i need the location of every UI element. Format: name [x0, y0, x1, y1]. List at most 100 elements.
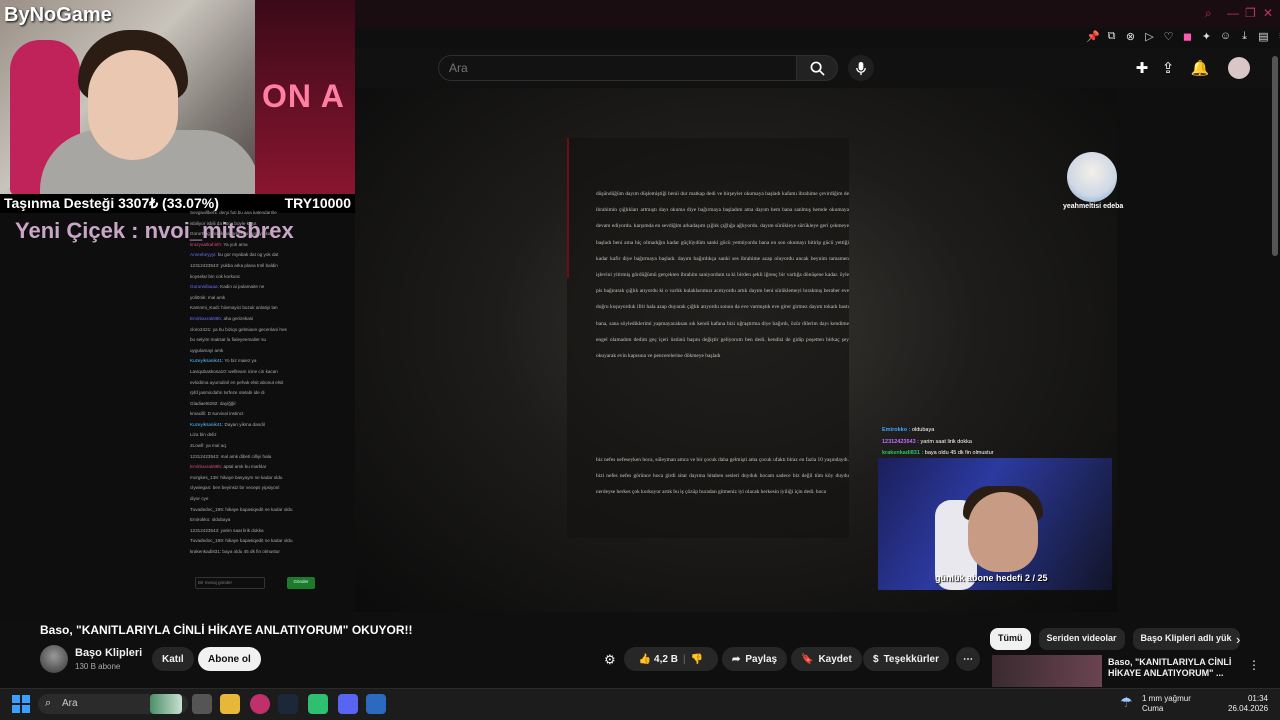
- story-paragraph-2: biz nefes nefeseyken hoca, süleyman amca…: [596, 457, 849, 496]
- chat-line: Tuvadedoc_199: hikaye bapasiqedit ne kad…: [190, 507, 315, 513]
- bookmark-icon: 🔖: [801, 653, 814, 665]
- app-icon[interactable]: [308, 694, 328, 714]
- second-cam-face: [968, 492, 1038, 572]
- brand-logo: ByNoGame: [4, 4, 112, 26]
- minimize-icon[interactable]: —: [1227, 6, 1239, 20]
- dislike-icon[interactable]: 👎: [691, 654, 703, 665]
- chat-line: kmaxilli: D survival instinct: [190, 411, 315, 417]
- chat-line: Anreebeyyyi: bu gor myabak dat og yok da…: [190, 252, 315, 258]
- opera-gx-icon[interactable]: [250, 694, 270, 714]
- settings-gear-icon[interactable]: ⚙: [604, 652, 616, 668]
- weather-condition: 1 mm yağmur: [1142, 694, 1191, 703]
- windows-start-icon[interactable]: [12, 695, 30, 713]
- clock-time: 01:34: [1247, 694, 1268, 703]
- taskbar-clock[interactable]: 01:34 26.04.2026: [1228, 694, 1268, 714]
- sidebar-icon[interactable]: ▤: [1257, 30, 1270, 46]
- filter-chip[interactable]: Tümü: [990, 628, 1031, 650]
- chat-username[interactable]: Anreebeyyyi:: [190, 252, 217, 257]
- chat-message: 12312423543: yukba arka plana troll bald…: [190, 262, 278, 268]
- chevron-right-icon[interactable]: ›: [1236, 632, 1240, 647]
- chat-line: uygulamayi amk: [190, 348, 315, 354]
- streamer-face: [88, 50, 178, 160]
- chat-username[interactable]: Gorurwifaaaa:: [190, 284, 219, 289]
- chat-username[interactable]: Emirbaxrak88b:: [190, 464, 222, 469]
- chat-line: Gorurwifaaaa: Kadin ai pulamaite ne: [190, 284, 315, 290]
- thanks-button[interactable]: $ Teşekkürler: [863, 647, 949, 671]
- voice-search-button[interactable]: [848, 55, 874, 81]
- clock-date: 26.04.2026: [1228, 704, 1269, 713]
- filter-chip[interactable]: Seriden videolar: [1038, 628, 1125, 650]
- notifications-bell-icon[interactable]: 🔔: [1190, 58, 1210, 78]
- chat-line: Gladiaet6282: dayiğğil: [190, 401, 315, 407]
- channel-avatar[interactable]: [40, 645, 68, 673]
- super-thanks-icon: $: [873, 653, 879, 665]
- channel-name[interactable]: Başo Klipleri: [75, 647, 142, 659]
- overlay-chat-username: krakenkadi831 :: [882, 450, 924, 456]
- thanks-label: Teşekkürler: [883, 653, 939, 665]
- chat-username[interactable]: krazyaatkahinh:: [190, 242, 222, 247]
- steam-icon[interactable]: [278, 694, 298, 714]
- chat-message: rpfd jasmicdahn tvrfeze otelabi ide di: [190, 390, 265, 396]
- menu-icon[interactable]: ≡: [1276, 30, 1280, 46]
- save-button[interactable]: 🔖 Kaydet: [791, 647, 862, 671]
- puzzle-icon[interactable]: ✦: [1200, 30, 1213, 46]
- chat-message: Gorurtvlig: hocik bayarlim bu hocaya kar…: [190, 231, 273, 237]
- chat-username[interactable]: Emirbaxrak88b:: [190, 316, 222, 321]
- discord-icon[interactable]: [338, 694, 358, 714]
- filter-chip[interactable]: Başo Klipleri adlı yük: [1132, 628, 1240, 650]
- vpn-icon[interactable]: ⊗: [1124, 30, 1137, 46]
- search-button[interactable]: [796, 55, 838, 81]
- join-button[interactable]: Katıl: [152, 647, 194, 671]
- widget-thumbnail[interactable]: [150, 694, 182, 714]
- search-icon[interactable]: ⌕: [1205, 6, 1212, 21]
- chat-message: uygulamayi amk: [190, 347, 224, 353]
- chat-message: morgkes_138: hikaye basyaym ne kadar old…: [190, 474, 283, 480]
- account-avatar[interactable]: [1228, 57, 1250, 79]
- chat-input-placeholder: Bir mesaj gönder: [198, 580, 233, 585]
- chat-send-button[interactable]: Gönder: [287, 577, 315, 589]
- poster-text: ON A: [262, 78, 345, 114]
- chat-line: Kuzeyiksanik41: Dayarı yikma dandil: [190, 422, 315, 428]
- search-input[interactable]: [438, 55, 796, 81]
- overlay-chat-line: 12312423543 : yarim saat lirik dokka: [882, 437, 994, 449]
- page-scrollbar[interactable]: [1272, 56, 1278, 256]
- recommended-video-thumbnail[interactable]: [992, 655, 1102, 687]
- save-label: Kaydet: [818, 653, 852, 665]
- heart-icon[interactable]: ♡: [1162, 30, 1175, 46]
- extension-icon[interactable]: ◼: [1181, 30, 1194, 46]
- chat-username[interactable]: Kuzeyiksanik41:: [190, 358, 223, 363]
- upload-icon[interactable]: ⇪: [1158, 58, 1178, 78]
- chat-message: Tuvadedoc_199: hikaye bapasiqedit ne kad…: [190, 538, 293, 544]
- browser-titlebar: ⌕ — ❐ ✕: [355, 0, 1280, 28]
- close-icon[interactable]: ✕: [1263, 6, 1273, 20]
- share-button[interactable]: ➦ Paylaş: [722, 647, 788, 671]
- file-explorer-icon[interactable]: [220, 694, 240, 714]
- recommended-video-title[interactable]: Baso, "KANITLARIYLA CİNLİ HİKAYE ANLATIY…: [1108, 657, 1238, 679]
- more-vert-icon[interactable]: ⋮: [1248, 658, 1260, 672]
- chat-line: krakenkadi831: baya oldu 45 dk fin olmus…: [190, 549, 315, 555]
- play-icon[interactable]: ▷: [1143, 30, 1156, 46]
- task-view-icon[interactable]: [192, 694, 212, 714]
- screenshot-icon[interactable]: ⧉: [1105, 30, 1118, 46]
- donation-label: Taşınma Desteği 3307₺ (33.07%): [4, 195, 219, 211]
- chat-username[interactable]: Kuzeyiksanik41:: [190, 422, 223, 427]
- weather-widget[interactable]: 1 mm yağmur Cuma: [1142, 694, 1191, 714]
- more-actions-button[interactable]: ⋯: [956, 647, 980, 671]
- chat-line: diyor cye: [190, 496, 315, 502]
- restore-icon[interactable]: ❐: [1245, 6, 1256, 20]
- chat-line: 12312423543: yarim saat lirik dokka: [190, 528, 315, 534]
- like-button[interactable]: 👍 4,2 B: [639, 654, 678, 665]
- pin-icon[interactable]: 📌: [1086, 30, 1100, 46]
- chat-message: krakenkadi831: baya oldu 45 dk fin olmus…: [190, 549, 280, 554]
- chat-line: yoli0nik: mal amk: [190, 295, 315, 301]
- download-icon[interactable]: ⤓: [1238, 30, 1251, 46]
- like-dislike-group: 👍 4,2 B | 👎: [624, 647, 718, 671]
- profile-icon[interactable]: ☺: [1219, 30, 1232, 46]
- settings-app-icon[interactable]: [366, 694, 386, 714]
- create-icon[interactable]: ✚: [1132, 58, 1152, 78]
- chat-message: cloro2421: ya bu biziqo gelmiaon gecenla…: [190, 326, 287, 332]
- search-icon: [810, 61, 825, 76]
- chat-input[interactable]: Bir mesaj gönder: [195, 577, 265, 589]
- share-label: Paylaş: [745, 653, 778, 665]
- subscribe-button[interactable]: Abone ol: [198, 647, 261, 671]
